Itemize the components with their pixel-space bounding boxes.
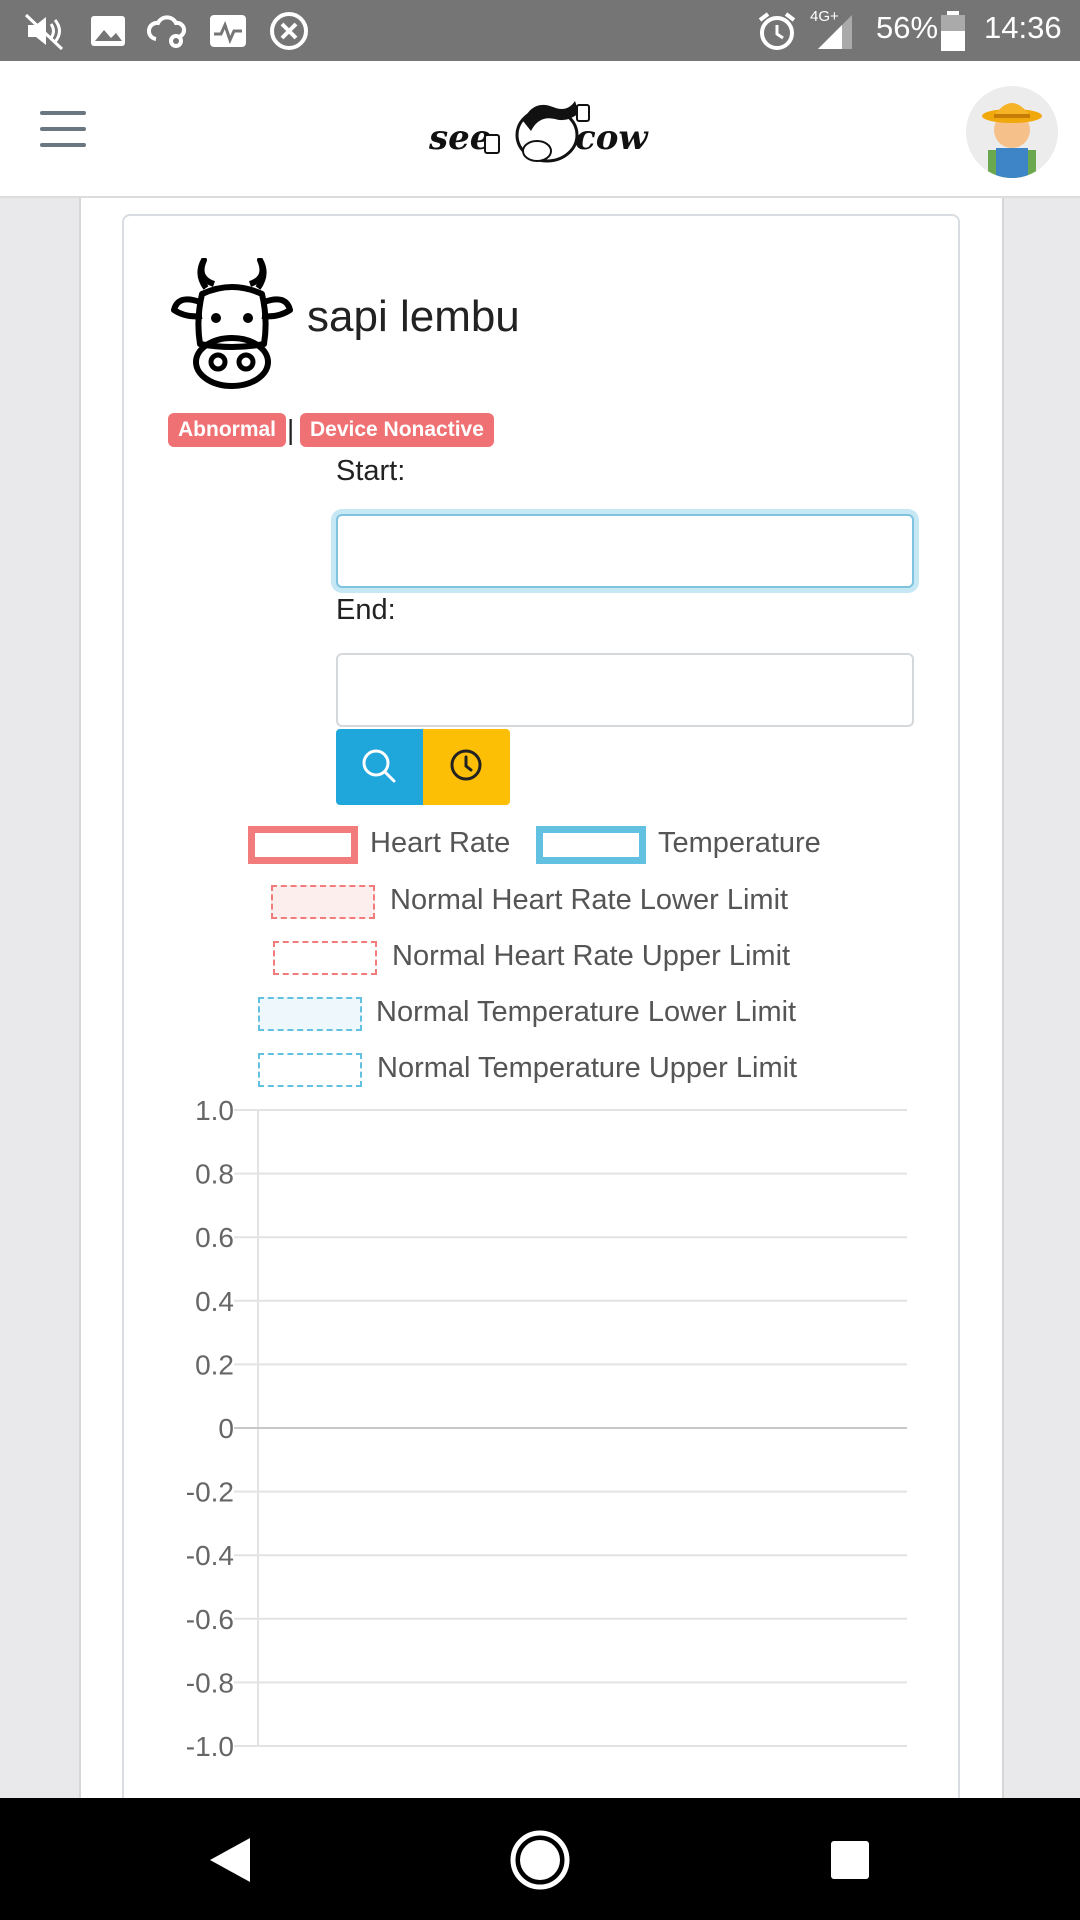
y-tick-label: -0.6	[186, 1604, 234, 1635]
android-nav-bar	[0, 1798, 1080, 1920]
back-icon[interactable]	[206, 1836, 254, 1884]
y-tick-label: 0.6	[195, 1222, 234, 1253]
sensor-line-chart: 1.0 0.8 0.6 0.4 0.2 0 -0.2 -0.4 -0.6 -0.8 -1.0	[186, 1095, 907, 1762]
y-tick-label: 0.8	[195, 1159, 234, 1190]
y-tick-label: -0.4	[186, 1540, 234, 1571]
y-tick-label: -0.8	[186, 1667, 234, 1698]
y-tick-label: 0.2	[195, 1349, 234, 1380]
y-tick-label: 0	[218, 1413, 234, 1444]
y-tick-label: -1.0	[186, 1731, 234, 1762]
recents-icon[interactable]	[828, 1838, 872, 1882]
y-tick-label: 1.0	[195, 1095, 234, 1126]
y-tick-label: 0.4	[195, 1286, 234, 1317]
home-icon[interactable]	[508, 1828, 572, 1892]
y-tick-label: -0.2	[186, 1477, 234, 1508]
